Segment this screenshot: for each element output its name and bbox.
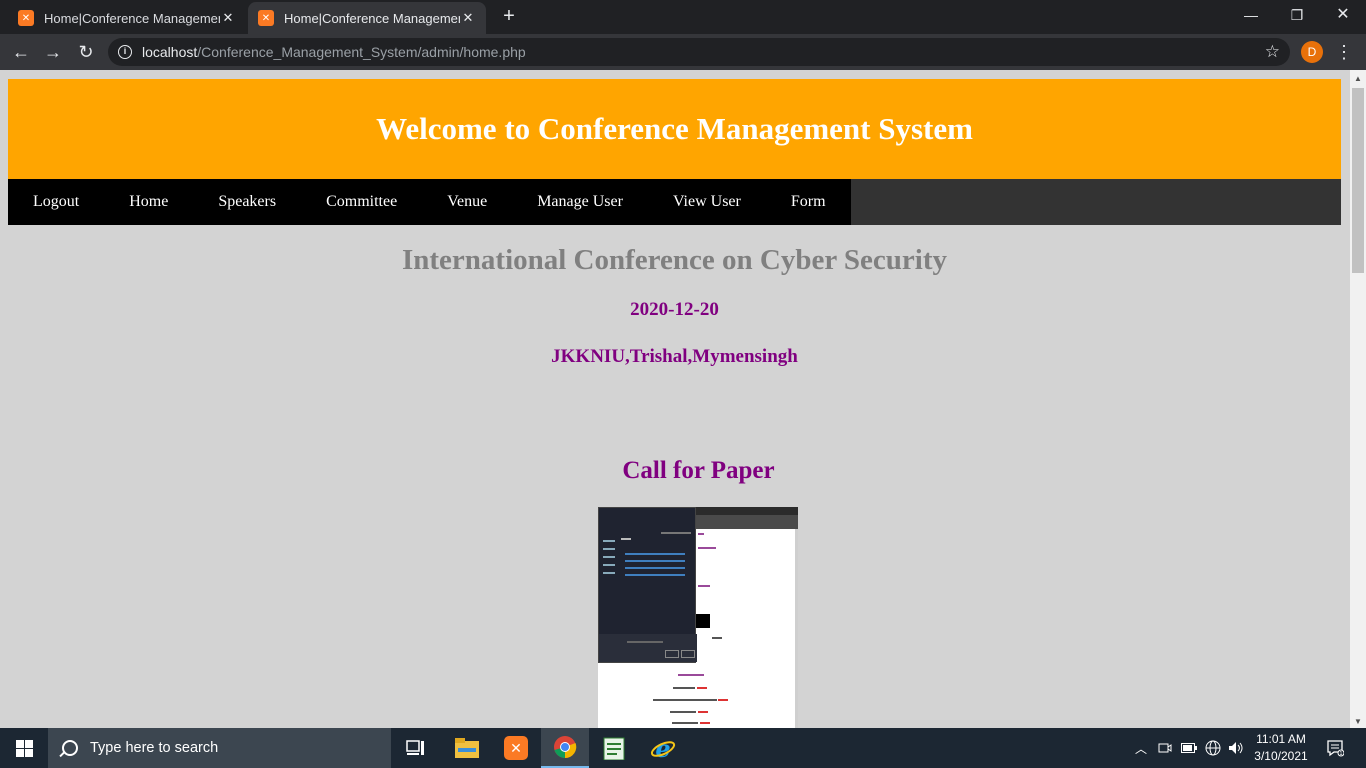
site-header: Welcome to Conference Management System — [8, 79, 1341, 179]
conference-date: 2020-12-20 — [630, 299, 719, 320]
volume-icon[interactable] — [1226, 728, 1246, 768]
clock-date: 3/10/2021 — [1254, 749, 1308, 763]
search-icon — [62, 740, 78, 756]
nav-view-user[interactable]: View User — [648, 179, 766, 225]
browser-toolbar: ← → ↻ i localhost/Conference_Management_… — [0, 34, 1366, 70]
task-view-icon[interactable] — [392, 728, 440, 768]
clock-time: 11:01 AM — [1256, 732, 1306, 746]
page-scrollbar[interactable]: ▲ ▼ — [1350, 70, 1366, 728]
address-bar[interactable]: i localhost/Conference_Management_System… — [108, 38, 1290, 66]
conference-venue: JKKNIU,Trishal,Mymensingh — [551, 346, 798, 367]
new-tab-button[interactable]: + — [498, 6, 520, 28]
windows-logo-icon — [16, 740, 33, 757]
close-window-button[interactable]: ✕ — [1320, 0, 1366, 32]
windows-taskbar: Type here to search ✕ e ︿ 11:01 AM 3/10/… — [0, 728, 1366, 768]
call-for-paper-image — [598, 507, 798, 728]
bookmark-star-icon[interactable]: ☆ — [1265, 42, 1280, 62]
nav-logout[interactable]: Logout — [8, 179, 104, 225]
minimize-button[interactable]: — — [1228, 0, 1274, 32]
nav-home[interactable]: Home — [104, 179, 193, 225]
main-nav: Logout Home Speakers Committee Venue Man… — [8, 179, 1341, 225]
restore-button[interactable]: ❐ — [1274, 0, 1320, 32]
svg-text:e: e — [655, 735, 670, 761]
url-path: /Conference_Management_System/admin/home… — [197, 44, 526, 60]
conference-title: International Conference on Cyber Securi… — [401, 244, 948, 276]
taskbar-search[interactable]: Type here to search — [48, 728, 391, 768]
page-content: Welcome to Conference Management System … — [0, 70, 1350, 728]
reload-button[interactable]: ↻ — [73, 39, 99, 65]
scroll-down-arrow-icon[interactable]: ▼ — [1354, 717, 1362, 726]
taskbar-clock[interactable]: 11:01 AM 3/10/2021 — [1248, 731, 1314, 765]
browser-tab-bar: ✕ Home|Conference Management ✕ ✕ Home|Co… — [0, 0, 1366, 34]
tab-title: Home|Conference Management — [284, 10, 460, 26]
browser-tab[interactable]: ✕ Home|Conference Management ✕ — [8, 2, 246, 34]
browser-tab-active[interactable]: ✕ Home|Conference Management ✕ — [248, 2, 486, 34]
page-viewport: Welcome to Conference Management System … — [0, 70, 1366, 728]
xampp-favicon-icon: ✕ — [18, 10, 34, 26]
call-for-paper-heading: Call for Paper — [622, 457, 775, 484]
scroll-up-arrow-icon[interactable]: ▲ — [1354, 74, 1362, 83]
battery-icon[interactable] — [1179, 728, 1199, 768]
notifications-icon[interactable]: 1 — [1320, 728, 1350, 768]
tab-title: Home|Conference Management — [44, 10, 220, 26]
search-placeholder: Type here to search — [90, 740, 219, 756]
forward-button[interactable]: → — [40, 39, 66, 65]
close-tab-icon[interactable]: ✕ — [220, 10, 236, 26]
url-host: localhost — [142, 44, 198, 60]
xampp-icon[interactable]: ✕ — [492, 728, 540, 768]
scrollbar-thumb[interactable] — [1352, 88, 1364, 273]
profile-avatar[interactable]: D — [1301, 41, 1323, 63]
start-button[interactable] — [0, 728, 48, 768]
network-globe-icon[interactable] — [1203, 728, 1223, 768]
nav-venue[interactable]: Venue — [422, 179, 512, 225]
svg-text:1: 1 — [1339, 751, 1342, 757]
close-tab-icon[interactable]: ✕ — [460, 10, 476, 26]
nav-committee[interactable]: Committee — [301, 179, 422, 225]
notepad-icon[interactable] — [590, 728, 638, 768]
xampp-favicon-icon: ✕ — [258, 10, 274, 26]
back-button[interactable]: ← — [8, 39, 34, 65]
nav-speakers[interactable]: Speakers — [193, 179, 301, 225]
browser-menu-icon[interactable]: ⋮ — [1334, 39, 1354, 65]
file-explorer-icon[interactable] — [443, 728, 491, 768]
chrome-icon[interactable] — [541, 728, 589, 768]
show-hidden-icons-icon[interactable]: ︿ — [1132, 728, 1150, 768]
nav-manage-user[interactable]: Manage User — [512, 179, 648, 225]
nav-form[interactable]: Form — [766, 179, 851, 225]
site-title: Welcome to Conference Management System — [376, 111, 973, 146]
svg-text:✕: ✕ — [510, 741, 522, 757]
meet-now-icon[interactable] — [1155, 728, 1175, 768]
internet-explorer-icon[interactable]: e — [639, 728, 687, 768]
info-icon[interactable]: i — [118, 45, 132, 59]
